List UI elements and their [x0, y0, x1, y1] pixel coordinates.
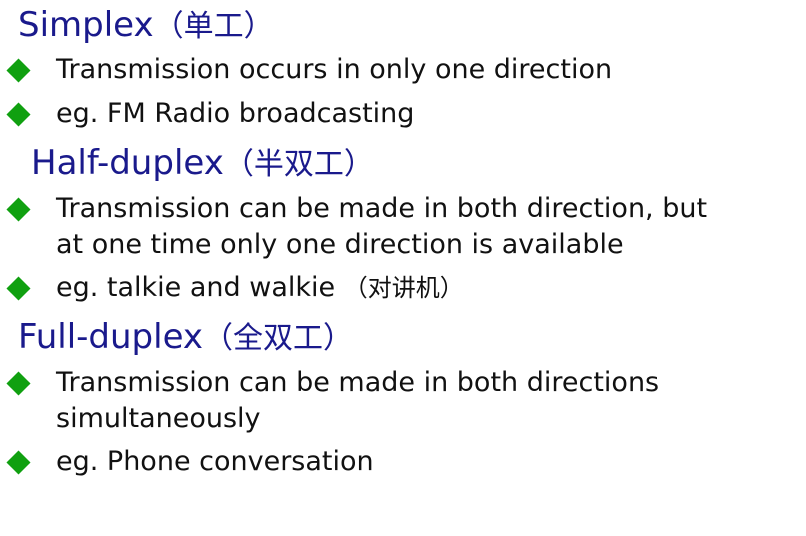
heading-chinese-text: （半双工） [223, 147, 374, 182]
heading-text: Full-duplex [18, 317, 204, 357]
bullet-text-line-1: Transmission can be made in both directi… [56, 193, 708, 224]
bullet-text-latin: eg. talkie and walkie [56, 272, 344, 303]
green-diamond-bullet-icon [6, 58, 31, 83]
bullet-text: Transmission occurs in only one directio… [56, 54, 613, 85]
section-heading-half-duplex: Half-duplex（半双工） [31, 143, 374, 185]
heading-chinese-text: （全双工） [203, 321, 354, 356]
section-heading-simplex: Simplex（单工） [18, 5, 274, 47]
section-heading-full-duplex: Full-duplex（全双工） [18, 317, 353, 359]
bullet-text-chinese: （对讲机） [343, 274, 464, 302]
green-diamond-bullet-icon [6, 102, 31, 127]
heading-text: Half-duplex [31, 143, 224, 183]
slide: Simplex（单工） Transmission occurs in only … [0, 0, 806, 536]
bullet-text-line-1: Transmission can be made in both directi… [56, 367, 660, 398]
green-diamond-bullet-icon [6, 276, 31, 301]
bullet-text: eg. FM Radio broadcasting [56, 98, 415, 129]
bullet-text: eg. Phone conversation [56, 446, 374, 477]
green-diamond-bullet-icon [6, 450, 31, 475]
bullet-text: eg. talkie and walkie （对讲机） [56, 270, 800, 306]
heading-chinese-text: （单工） [153, 9, 274, 44]
bullet-text-line-2: at one time only one direction is availa… [56, 229, 624, 260]
green-diamond-bullet-icon [6, 371, 31, 396]
heading-text: Simplex [18, 5, 154, 45]
bullet-text-line-2: simultaneously [56, 403, 261, 434]
green-diamond-bullet-icon [6, 197, 31, 222]
